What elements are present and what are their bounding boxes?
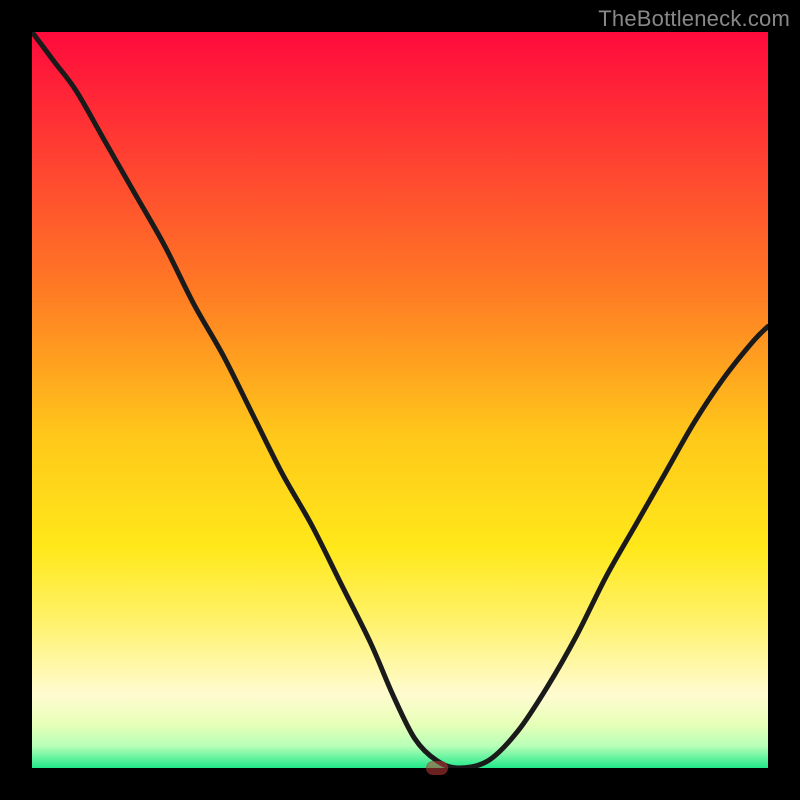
bottleneck-curve bbox=[32, 32, 768, 768]
chart-frame: TheBottleneck.com bbox=[0, 0, 800, 800]
optimal-marker bbox=[426, 761, 448, 775]
watermark-label: TheBottleneck.com bbox=[598, 6, 790, 32]
plot-area bbox=[32, 32, 768, 768]
